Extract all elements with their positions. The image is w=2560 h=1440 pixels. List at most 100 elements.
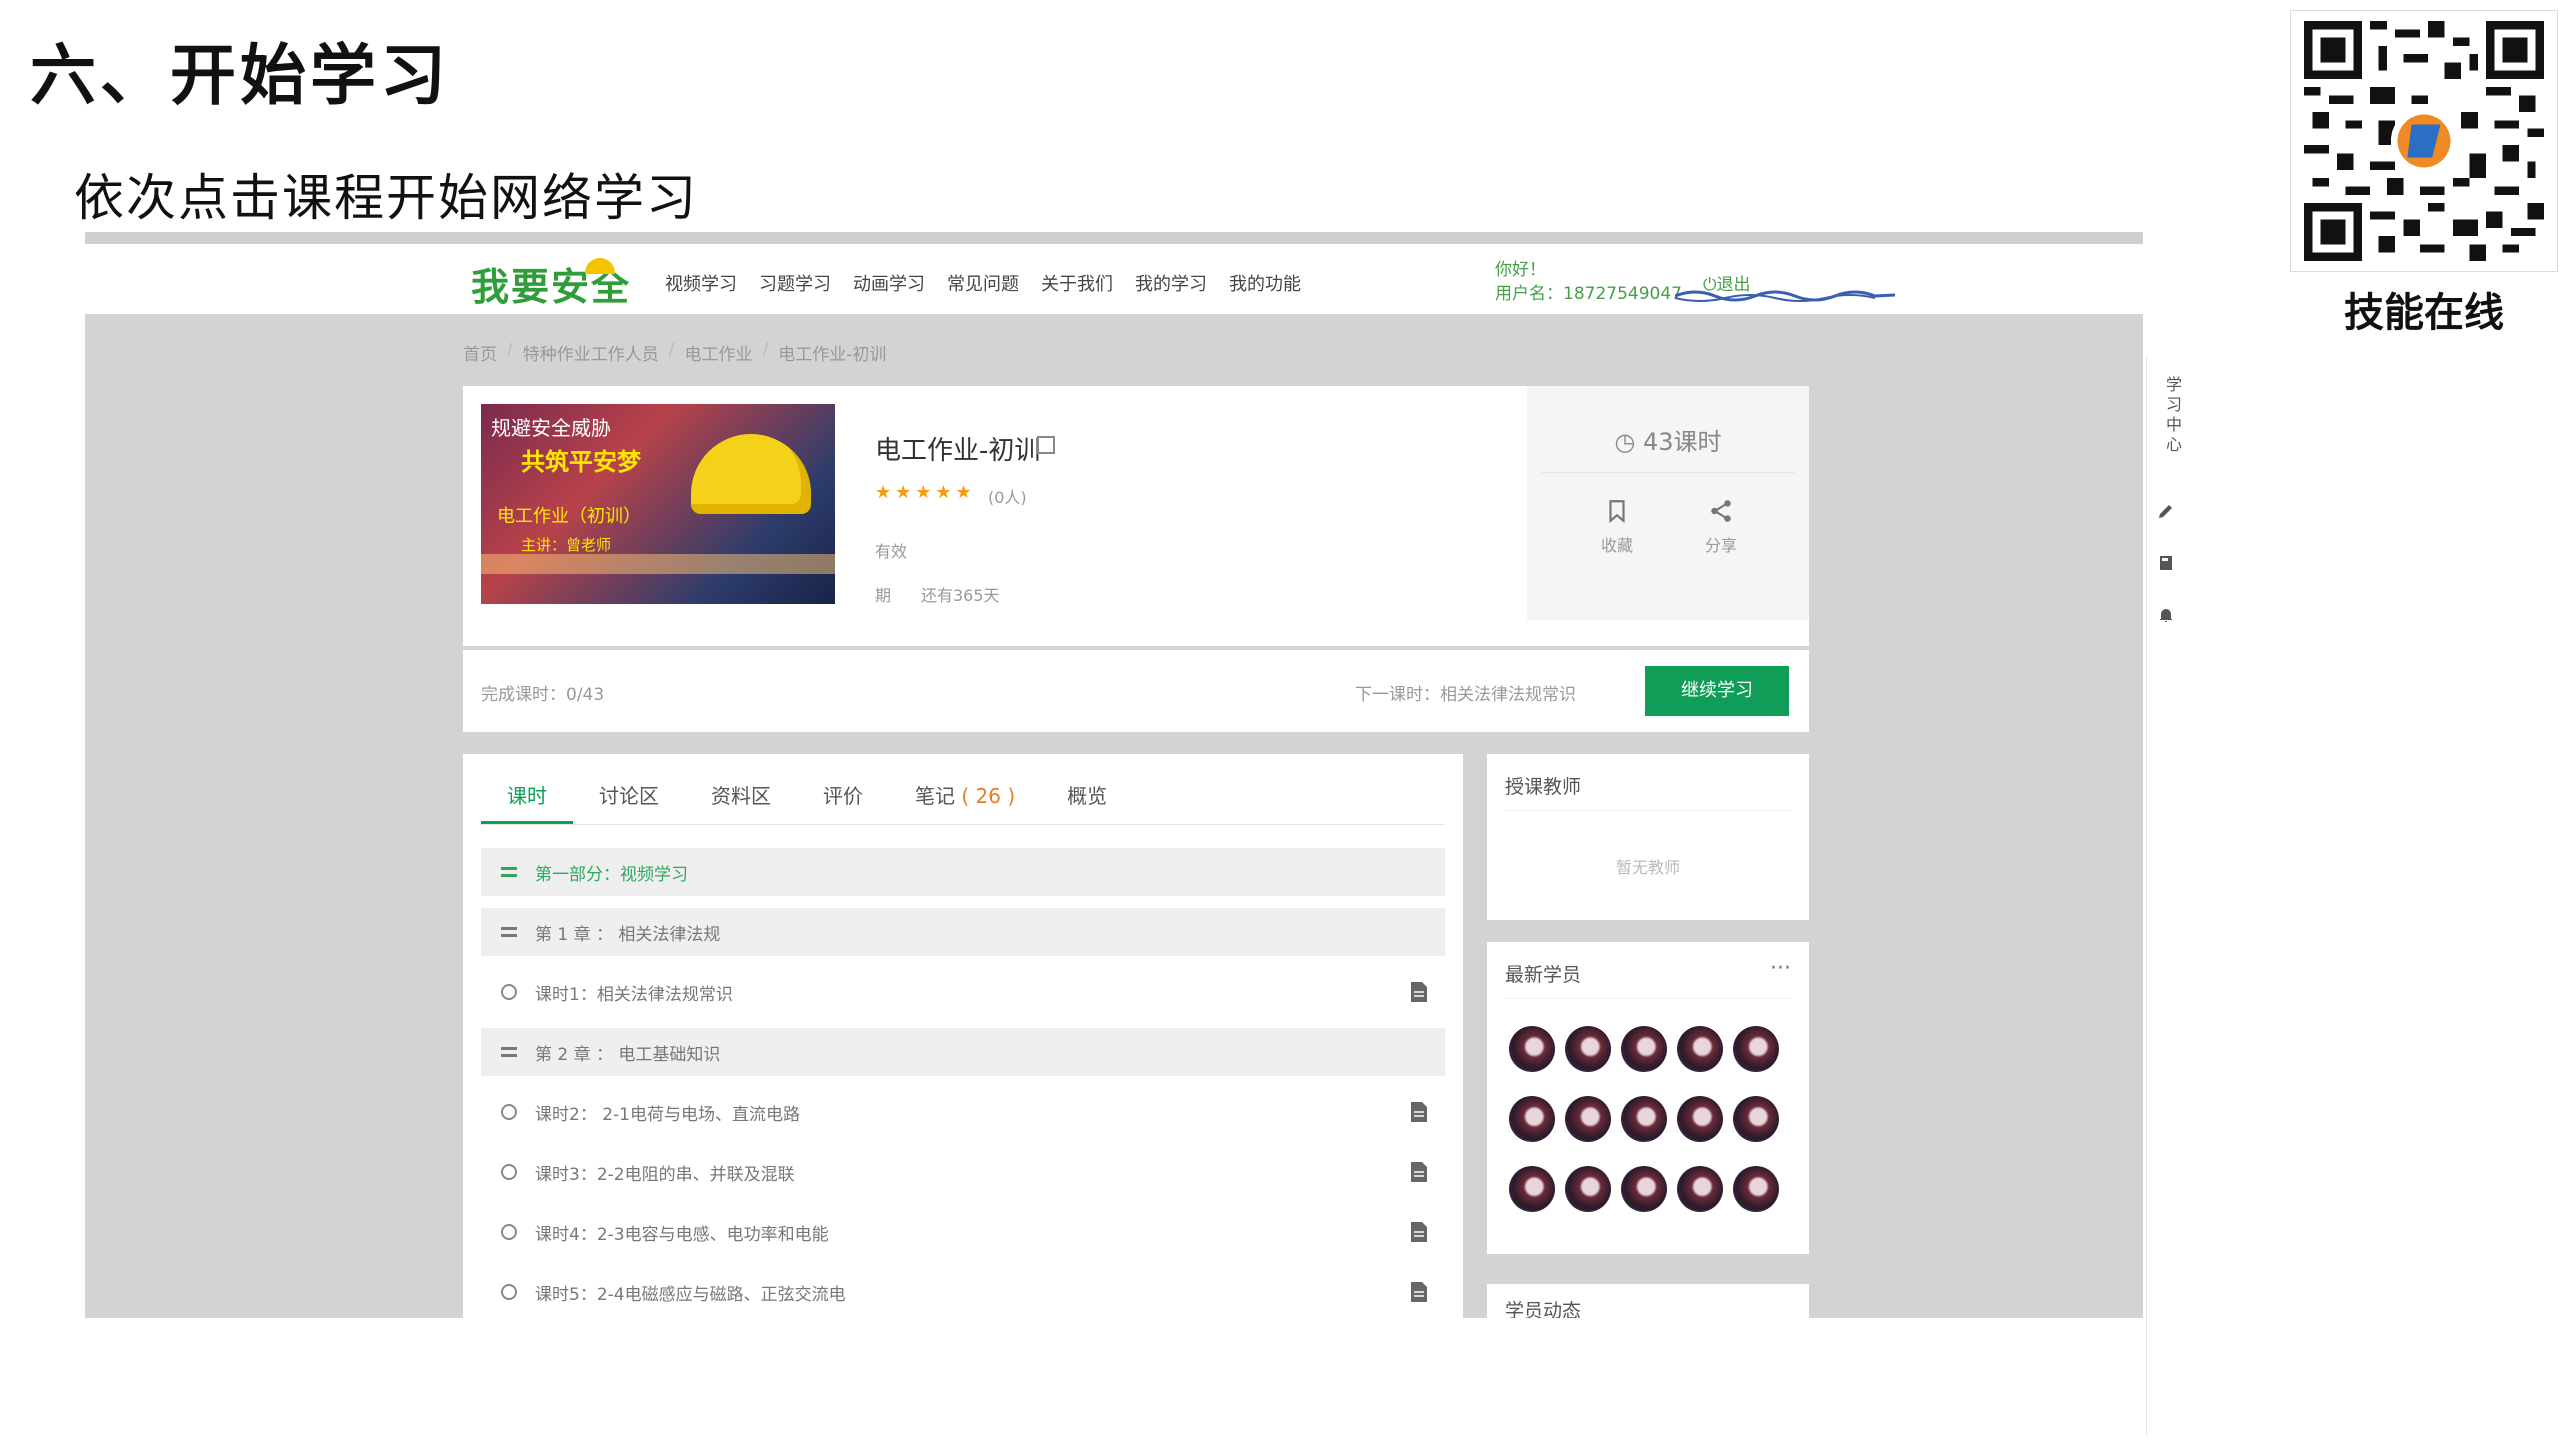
students-card: 最新学员 ··· (1487, 942, 1809, 1254)
tab-discussion[interactable]: 讨论区 (573, 780, 685, 824)
pencil-icon[interactable] (2157, 502, 2175, 520)
lesson-title: 课时1：相关法律法规常识 (535, 984, 733, 1005)
more-icon[interactable]: ··· (1770, 956, 1791, 981)
student-avatar[interactable] (1733, 1026, 1779, 1072)
student-avatar[interactable] (1621, 1096, 1667, 1142)
student-avatar[interactable] (1509, 1096, 1555, 1142)
course-side-panel: ◷ 43课时 收藏 分享 (1527, 386, 1809, 620)
nav-my-learning[interactable]: 我的学习 (1135, 270, 1207, 296)
chapter-row[interactable]: 第 1 章 ： 相关法律法规 (481, 908, 1445, 956)
section-icon (501, 867, 517, 877)
breadcrumb-home[interactable]: 首页 (463, 340, 497, 365)
side-divider (1541, 472, 1795, 473)
chapter-icon (501, 927, 517, 937)
tab-overview[interactable]: 概览 (1041, 780, 1133, 824)
learning-center-tab[interactable]: 学习中心 (2147, 376, 2185, 456)
notebook-icon[interactable] (2157, 554, 2175, 572)
course-qr-icon[interactable] (1037, 436, 1055, 454)
chapter-title: 第 2 章 ： 电工基础知识 (535, 1044, 721, 1065)
nav-exercise-learning[interactable]: 习题学习 (759, 270, 831, 296)
student-avatar[interactable] (1509, 1026, 1555, 1072)
site-navbar: 我要安全 视频学习 习题学习 动画学习 常见问题 关于我们 我的学习 我的功能 … (85, 244, 2143, 314)
qr-code (2290, 10, 2558, 272)
course-title: 电工作业-初训 (875, 436, 1041, 466)
cover-lecturer: 主讲：曾老师 (521, 536, 612, 554)
card-divider (1505, 998, 1791, 999)
document-icon (1411, 1222, 1427, 1242)
bell-icon[interactable] (2157, 606, 2175, 624)
username-text: 用户名：18727549047 (1495, 284, 1682, 304)
student-avatar[interactable] (1733, 1166, 1779, 1212)
lesson-status-icon (501, 1284, 517, 1300)
lesson-status-icon (501, 1164, 517, 1180)
student-avatars (1509, 1026, 1779, 1212)
section-row[interactable]: 第一部分：视频学习 (481, 848, 1445, 896)
lesson-row[interactable]: 课时1：相关法律法规常识 (481, 968, 1445, 1016)
student-avatar[interactable] (1565, 1096, 1611, 1142)
nav-about-us[interactable]: 关于我们 (1041, 270, 1113, 296)
activity-card-title: 学员动态 (1505, 1300, 1582, 1318)
lesson-status-icon (501, 1224, 517, 1240)
students-card-title: 最新学员 (1505, 964, 1582, 986)
share-label: 分享 (1704, 536, 1737, 555)
student-avatar[interactable] (1677, 1166, 1723, 1212)
share-icon (1711, 500, 1731, 522)
student-avatar[interactable] (1621, 1026, 1667, 1072)
lesson-row[interactable]: 课时5：2-4电磁感应与磁路、正弦交流电 (481, 1268, 1445, 1316)
redaction-scribble (1675, 290, 1895, 302)
city-lights (481, 554, 835, 574)
rating-stars: ★★★★★ (875, 482, 976, 503)
lesson-row[interactable]: 课时4：2-3电容与电感、电功率和电能 (481, 1208, 1445, 1256)
rating-count: (0人) (988, 488, 1027, 507)
student-avatar[interactable] (1565, 1026, 1611, 1072)
lesson-row[interactable]: 课时3：2-2电阻的串、并联及混联 (481, 1148, 1445, 1196)
nav-video-learning[interactable]: 视频学习 (665, 270, 737, 296)
continue-learning-button[interactable]: 继续学习 (1645, 666, 1789, 716)
student-avatar[interactable] (1677, 1026, 1723, 1072)
course-cover-image[interactable]: 规避安全威胁 共筑平安梦 电工作业（初训） 主讲：曾老师 (481, 404, 835, 604)
breadcrumb-subcategory[interactable]: 电工作业 (684, 340, 752, 365)
qr-caption: 技能在线 (2344, 290, 2504, 336)
lesson-title: 课时4：2-3电容与电感、电功率和电能 (535, 1224, 829, 1245)
tab-materials[interactable]: 资料区 (685, 780, 797, 824)
tab-reviews[interactable]: 评价 (797, 780, 889, 824)
tab-lessons[interactable]: 课时 (481, 780, 573, 824)
course-hours: ◷ 43课时 (1527, 422, 1809, 457)
breadcrumb-current: 电工作业-初训 (778, 345, 887, 365)
document-icon (1411, 1282, 1427, 1302)
share-button[interactable]: 分享 (1681, 498, 1761, 556)
favorite-button[interactable]: 收藏 (1577, 498, 1657, 556)
section-title: 第一部分：视频学习 (535, 864, 688, 885)
student-avatar[interactable] (1621, 1166, 1667, 1212)
breadcrumb-separator: / (762, 340, 769, 360)
main-nav: 视频学习 习题学习 动画学习 常见问题 关于我们 我的学习 我的功能 (665, 270, 1301, 296)
breadcrumb-category[interactable]: 特种作业工作人员 (523, 340, 659, 365)
lesson-status-icon (501, 984, 517, 1000)
slide-subtitle: 依次点击课程开始网络学习 (74, 169, 698, 227)
lesson-row[interactable]: 课时2： 2-1电荷与电场、直流电路 (481, 1088, 1445, 1136)
validity-label: 有效 (875, 542, 908, 561)
chapter-row[interactable]: 第 2 章 ： 电工基础知识 (481, 1028, 1445, 1076)
activity-card: 学员动态 (1487, 1284, 1809, 1318)
cover-course-title: 电工作业（初训） (497, 506, 641, 527)
document-icon (1411, 1162, 1427, 1182)
user-greeting: 你好！ 用户名：18727549047 (1495, 258, 1682, 306)
student-avatar[interactable] (1509, 1166, 1555, 1212)
student-avatar[interactable] (1565, 1166, 1611, 1212)
slide-title: 六、开始学习 (30, 36, 450, 114)
tab-notes[interactable]: 笔记 ( 26 ) (889, 780, 1041, 824)
period-label: 期 (875, 586, 892, 605)
completed-lessons: 完成课时：0/43 (481, 685, 605, 705)
teacher-card-title: 授课教师 (1505, 776, 1582, 798)
student-avatar[interactable] (1677, 1096, 1723, 1142)
chapter-icon (501, 1047, 517, 1057)
nav-faq[interactable]: 常见问题 (947, 270, 1019, 296)
cover-slogan-2: 共筑平安梦 (521, 447, 641, 476)
next-lesson[interactable]: 下一课时：相关法律法规常识 (1355, 680, 1576, 705)
document-icon (1411, 982, 1427, 1002)
nav-animation-learning[interactable]: 动画学习 (853, 270, 925, 296)
nav-my-functions[interactable]: 我的功能 (1229, 270, 1301, 296)
tabs-divider (481, 824, 1445, 825)
learning-center-rail: 学习中心 (2146, 356, 2184, 1436)
student-avatar[interactable] (1733, 1096, 1779, 1142)
